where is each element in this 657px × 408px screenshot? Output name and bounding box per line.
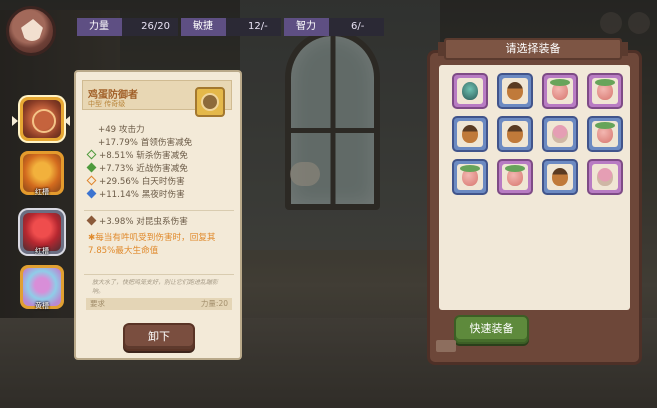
gem-slot-red-2[interactable]: 红槽 [20, 210, 64, 255]
home-icon[interactable] [6, 6, 56, 56]
equipment-slot-main[interactable] [20, 97, 64, 141]
diamond-outline-icon [86, 149, 97, 160]
stat-name: 智力 [284, 18, 329, 36]
diamond-outline-icon [86, 175, 97, 186]
selection-arrow-icon [64, 116, 70, 126]
peach-icon [505, 165, 525, 186]
stat-name: 力量 [77, 18, 122, 36]
quick-equip-button[interactable]: 快速装备 [454, 315, 529, 344]
stat-intellect: 智力 6/- [284, 18, 384, 36]
equipment-item[interactable] [497, 159, 533, 195]
diamond-icon [86, 215, 97, 226]
menu-icon[interactable] [600, 12, 622, 34]
divider [84, 210, 234, 211]
stat-value: 6/- [329, 18, 384, 36]
mushroom-icon [552, 125, 568, 143]
equipment-item[interactable] [452, 73, 488, 109]
stat-line: +29.56% 白天时伤害 [86, 175, 192, 189]
equipment-item[interactable] [587, 159, 623, 195]
slot-label: 红槽 [35, 247, 49, 255]
unequip-button[interactable]: 卸下 [123, 323, 195, 351]
requirement-label: 要求 [90, 299, 105, 308]
requirement-bar: 要求 力量:20 [86, 298, 232, 310]
diamond-icon [86, 189, 97, 199]
peach-icon [595, 122, 615, 143]
peach-icon [595, 79, 615, 100]
gem-slot-yellow[interactable]: 黄槽 [20, 265, 64, 310]
equipment-grid [452, 73, 632, 195]
stat-line: +11.14% 黑夜时伤害 [86, 189, 192, 202]
equipment-item[interactable] [497, 73, 533, 109]
acorn-icon [507, 125, 523, 143]
special-effect: ✱每当有吽叽受到伤害时，回复其7.85%最大生命值 [88, 233, 216, 256]
stat-line: +7.73% 近战伤害减免 [86, 162, 192, 176]
equipment-item[interactable] [587, 116, 623, 152]
stat-value: 12/- [226, 18, 281, 36]
stat-line-attack: +49 攻击力 [98, 125, 145, 135]
gem-slot-red-1[interactable]: 红槽 [20, 151, 64, 196]
equipment-item[interactable] [452, 159, 488, 195]
stat-line: +8.51% 斩杀伤害减免 [86, 149, 192, 163]
stat-name: 敏捷 [181, 18, 226, 36]
stat-line: +17.79% 首领伤害减免 [98, 138, 193, 149]
item-detail-panel: 鸡蛋防御者 中型 传奇级 +49 攻击力 +17.79% 首领伤害减免 +8.5… [74, 70, 242, 360]
requirement-value: 力量:20 [200, 299, 228, 308]
flavor-text: 放大水了，快把鸡笼支好，别让它们跑进乱蹦影响。 [92, 279, 219, 295]
stat-line-bug: +3.98% 对昆虫系伤害 [86, 215, 188, 229]
acorn-icon [507, 82, 523, 100]
diamond-icon [86, 162, 97, 173]
equipment-item[interactable] [542, 159, 578, 195]
bonus-stats: +3.98% 对昆虫系伤害 [86, 215, 188, 229]
panel-corner-decoration [436, 340, 456, 352]
equipment-item[interactable] [497, 116, 533, 152]
settings-icon[interactable] [628, 12, 650, 34]
equipment-item[interactable] [452, 116, 488, 152]
peach-icon [550, 79, 570, 100]
acorn-icon [462, 125, 478, 143]
equipment-item[interactable] [542, 73, 578, 109]
peach-icon [460, 165, 480, 186]
divider [84, 274, 234, 275]
slot-label: 黄槽 [35, 302, 49, 310]
chooser-title: 请选择装备 [444, 38, 622, 60]
shield-gem-icon [23, 100, 61, 138]
equipment-item[interactable] [587, 73, 623, 109]
slot-label: 红槽 [35, 188, 49, 196]
stat-value: 26/20 [122, 18, 178, 36]
stat-strength: 力量 26/20 [77, 18, 178, 36]
acorn-icon [552, 168, 568, 186]
stat-agility: 敏捷 12/- [181, 18, 281, 36]
equipment-item[interactable] [542, 116, 578, 152]
mushroom-icon [597, 168, 613, 186]
stat-bar: 力量 26/20 敏捷 12/- 智力 6/- [77, 18, 392, 36]
item-stats: +49 攻击力 +17.79% 首领伤害减免 +8.51% 斩杀伤害减免 +7.… [86, 124, 193, 203]
item-rarity: 中型 传奇级 [88, 100, 126, 108]
green-skull-icon [462, 82, 478, 100]
egg-defender-icon [195, 87, 225, 117]
selection-arrow-icon [12, 116, 18, 126]
